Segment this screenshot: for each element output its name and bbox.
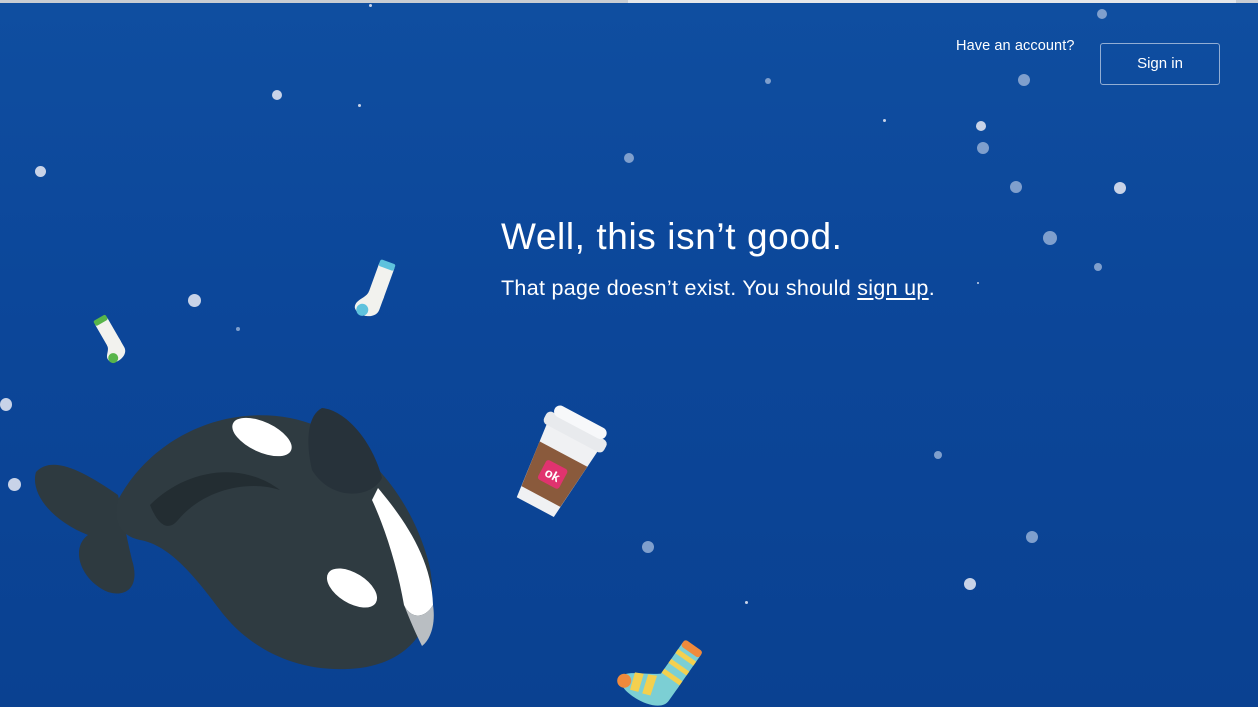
page-title: Well, this isn’t good. <box>501 216 843 257</box>
coffee-cup-icon: ok <box>516 405 607 517</box>
have-account-label: Have an account? <box>956 38 1075 54</box>
illustration-layer: ok <box>34 259 702 706</box>
green-sock-icon <box>93 314 126 364</box>
sign-in-button[interactable]: Sign in <box>1100 43 1220 85</box>
error-message: That page doesn’t exist. You should sign… <box>501 276 935 301</box>
error-message-period: . <box>928 276 935 300</box>
striped-sock-icon <box>617 640 702 706</box>
error-message-text: That page doesn’t exist. You should <box>501 276 858 300</box>
sign-up-link[interactable]: sign up <box>857 276 928 300</box>
whale-icon <box>34 408 434 670</box>
teal-sock-icon <box>354 259 396 317</box>
